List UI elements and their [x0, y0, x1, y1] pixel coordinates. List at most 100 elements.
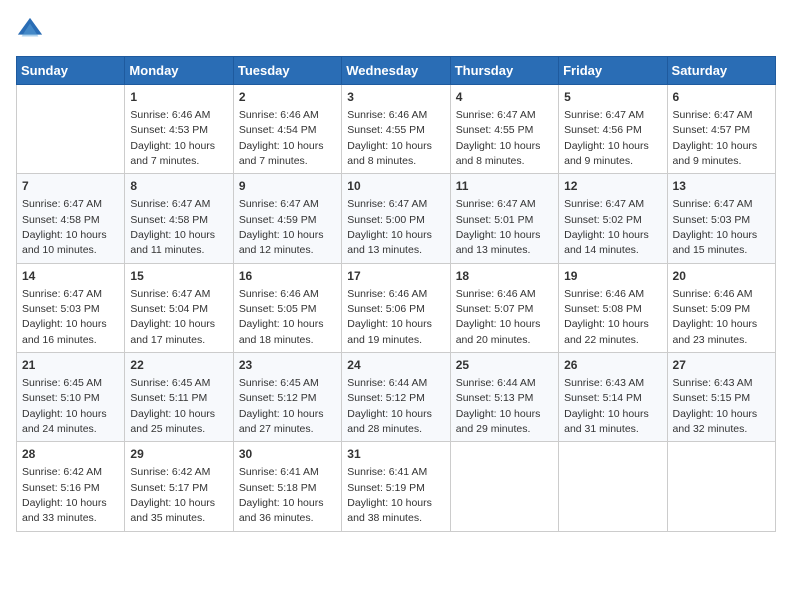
day-info: Sunrise: 6:46 AM Sunset: 4:55 PM Dayligh…	[347, 109, 432, 167]
day-info: Sunrise: 6:47 AM Sunset: 4:57 PM Dayligh…	[673, 109, 758, 167]
day-number: 29	[130, 446, 227, 463]
day-cell: 21 Sunrise: 6:45 AM Sunset: 5:10 PM Dayli…	[17, 353, 125, 442]
logo-icon	[16, 16, 44, 44]
week-row-1: 1 Sunrise: 6:46 AM Sunset: 4:53 PM Daylig…	[17, 85, 776, 174]
day-number: 31	[347, 446, 444, 463]
day-cell: 30 Sunrise: 6:41 AM Sunset: 5:18 PM Dayli…	[233, 442, 341, 531]
day-cell: 31 Sunrise: 6:41 AM Sunset: 5:19 PM Dayli…	[342, 442, 450, 531]
calendar-body: 1 Sunrise: 6:46 AM Sunset: 4:53 PM Daylig…	[17, 85, 776, 532]
day-info: Sunrise: 6:44 AM Sunset: 5:12 PM Dayligh…	[347, 377, 432, 435]
day-number: 17	[347, 268, 444, 285]
day-cell: 6 Sunrise: 6:47 AM Sunset: 4:57 PM Daylig…	[667, 85, 775, 174]
calendar-header: SundayMondayTuesdayWednesdayThursdayFrid…	[17, 57, 776, 85]
day-cell	[450, 442, 558, 531]
day-number: 3	[347, 89, 444, 106]
day-number: 1	[130, 89, 227, 106]
day-info: Sunrise: 6:41 AM Sunset: 5:18 PM Dayligh…	[239, 466, 324, 524]
day-number: 19	[564, 268, 661, 285]
day-cell: 28 Sunrise: 6:42 AM Sunset: 5:16 PM Dayli…	[17, 442, 125, 531]
day-cell: 29 Sunrise: 6:42 AM Sunset: 5:17 PM Dayli…	[125, 442, 233, 531]
day-info: Sunrise: 6:47 AM Sunset: 4:58 PM Dayligh…	[22, 198, 107, 256]
header-cell-saturday: Saturday	[667, 57, 775, 85]
day-cell: 22 Sunrise: 6:45 AM Sunset: 5:11 PM Dayli…	[125, 353, 233, 442]
day-info: Sunrise: 6:45 AM Sunset: 5:11 PM Dayligh…	[130, 377, 215, 435]
day-info: Sunrise: 6:43 AM Sunset: 5:14 PM Dayligh…	[564, 377, 649, 435]
calendar-table: SundayMondayTuesdayWednesdayThursdayFrid…	[16, 56, 776, 532]
day-cell: 15Sunrise: 6:47 AM Sunset: 5:04 PM Dayli…	[125, 263, 233, 352]
day-cell: 12Sunrise: 6:47 AM Sunset: 5:02 PM Dayli…	[559, 174, 667, 263]
day-number: 20	[673, 268, 770, 285]
day-cell: 26 Sunrise: 6:43 AM Sunset: 5:14 PM Dayli…	[559, 353, 667, 442]
day-info: Sunrise: 6:45 AM Sunset: 5:10 PM Dayligh…	[22, 377, 107, 435]
day-info: Sunrise: 6:46 AM Sunset: 5:09 PM Dayligh…	[673, 288, 758, 346]
day-cell: 5Sunrise: 6:47 AM Sunset: 4:56 PM Daylig…	[559, 85, 667, 174]
day-info: Sunrise: 6:46 AM Sunset: 4:54 PM Dayligh…	[239, 109, 324, 167]
day-cell	[17, 85, 125, 174]
day-number: 25	[456, 357, 553, 374]
page-header	[16, 16, 776, 44]
day-info: Sunrise: 6:46 AM Sunset: 5:05 PM Dayligh…	[239, 288, 324, 346]
day-info: Sunrise: 6:41 AM Sunset: 5:19 PM Dayligh…	[347, 466, 432, 524]
day-number: 9	[239, 178, 336, 195]
day-number: 6	[673, 89, 770, 106]
day-cell: 18 Sunrise: 6:46 AM Sunset: 5:07 PM Dayli…	[450, 263, 558, 352]
day-info: Sunrise: 6:46 AM Sunset: 5:07 PM Dayligh…	[456, 288, 541, 346]
day-number: 24	[347, 357, 444, 374]
day-cell: 3 Sunrise: 6:46 AM Sunset: 4:55 PM Daylig…	[342, 85, 450, 174]
day-info: Sunrise: 6:47 AM Sunset: 4:58 PM Dayligh…	[130, 198, 215, 256]
day-number: 8	[130, 178, 227, 195]
day-info: Sunrise: 6:46 AM Sunset: 5:06 PM Dayligh…	[347, 288, 432, 346]
day-info: Sunrise: 6:47 AM Sunset: 4:55 PM Dayligh…	[456, 109, 541, 167]
day-number: 16	[239, 268, 336, 285]
day-cell: 23 Sunrise: 6:45 AM Sunset: 5:12 PM Dayli…	[233, 353, 341, 442]
day-cell	[667, 442, 775, 531]
day-cell	[559, 442, 667, 531]
day-number: 13	[673, 178, 770, 195]
day-cell: 11 Sunrise: 6:47 AM Sunset: 5:01 PM Dayli…	[450, 174, 558, 263]
day-number: 11	[456, 178, 553, 195]
day-number: 27	[673, 357, 770, 374]
day-info: Sunrise: 6:47 AM Sunset: 4:59 PM Dayligh…	[239, 198, 324, 256]
day-number: 26	[564, 357, 661, 374]
week-row-2: 7 Sunrise: 6:47 AM Sunset: 4:58 PM Daylig…	[17, 174, 776, 263]
day-cell: 14 Sunrise: 6:47 AM Sunset: 5:03 PM Dayli…	[17, 263, 125, 352]
day-number: 21	[22, 357, 119, 374]
day-info: Sunrise: 6:42 AM Sunset: 5:16 PM Dayligh…	[22, 466, 107, 524]
day-cell: 17 Sunrise: 6:46 AM Sunset: 5:06 PM Dayli…	[342, 263, 450, 352]
day-cell: 19 Sunrise: 6:46 AM Sunset: 5:08 PM Dayli…	[559, 263, 667, 352]
day-info: Sunrise: 6:47 AM Sunset: 5:03 PM Dayligh…	[673, 198, 758, 256]
header-cell-friday: Friday	[559, 57, 667, 85]
day-number: 14	[22, 268, 119, 285]
day-info: Sunrise: 6:43 AM Sunset: 5:15 PM Dayligh…	[673, 377, 758, 435]
week-row-3: 14 Sunrise: 6:47 AM Sunset: 5:03 PM Dayli…	[17, 263, 776, 352]
day-number: 28	[22, 446, 119, 463]
week-row-5: 28 Sunrise: 6:42 AM Sunset: 5:16 PM Dayli…	[17, 442, 776, 531]
day-info: Sunrise: 6:47 AM Sunset: 5:00 PM Dayligh…	[347, 198, 432, 256]
day-number: 22	[130, 357, 227, 374]
header-cell-tuesday: Tuesday	[233, 57, 341, 85]
day-number: 7	[22, 178, 119, 195]
header-row: SundayMondayTuesdayWednesdayThursdayFrid…	[17, 57, 776, 85]
day-cell: 10Sunrise: 6:47 AM Sunset: 5:00 PM Dayli…	[342, 174, 450, 263]
day-number: 4	[456, 89, 553, 106]
day-number: 18	[456, 268, 553, 285]
day-info: Sunrise: 6:42 AM Sunset: 5:17 PM Dayligh…	[130, 466, 215, 524]
week-row-4: 21 Sunrise: 6:45 AM Sunset: 5:10 PM Dayli…	[17, 353, 776, 442]
day-cell: 27 Sunrise: 6:43 AM Sunset: 5:15 PM Dayli…	[667, 353, 775, 442]
day-info: Sunrise: 6:46 AM Sunset: 5:08 PM Dayligh…	[564, 288, 649, 346]
day-cell: 25 Sunrise: 6:44 AM Sunset: 5:13 PM Dayli…	[450, 353, 558, 442]
day-info: Sunrise: 6:47 AM Sunset: 5:03 PM Dayligh…	[22, 288, 107, 346]
day-cell: 24 Sunrise: 6:44 AM Sunset: 5:12 PM Dayli…	[342, 353, 450, 442]
day-info: Sunrise: 6:47 AM Sunset: 5:01 PM Dayligh…	[456, 198, 541, 256]
day-cell: 20 Sunrise: 6:46 AM Sunset: 5:09 PM Dayli…	[667, 263, 775, 352]
day-number: 23	[239, 357, 336, 374]
day-cell: 16 Sunrise: 6:46 AM Sunset: 5:05 PM Dayli…	[233, 263, 341, 352]
day-number: 30	[239, 446, 336, 463]
day-number: 5	[564, 89, 661, 106]
day-info: Sunrise: 6:45 AM Sunset: 5:12 PM Dayligh…	[239, 377, 324, 435]
day-info: Sunrise: 6:44 AM Sunset: 5:13 PM Dayligh…	[456, 377, 541, 435]
header-cell-wednesday: Wednesday	[342, 57, 450, 85]
day-cell: 4 Sunrise: 6:47 AM Sunset: 4:55 PM Daylig…	[450, 85, 558, 174]
day-number: 2	[239, 89, 336, 106]
day-info: Sunrise: 6:46 AM Sunset: 4:53 PM Dayligh…	[130, 109, 215, 167]
